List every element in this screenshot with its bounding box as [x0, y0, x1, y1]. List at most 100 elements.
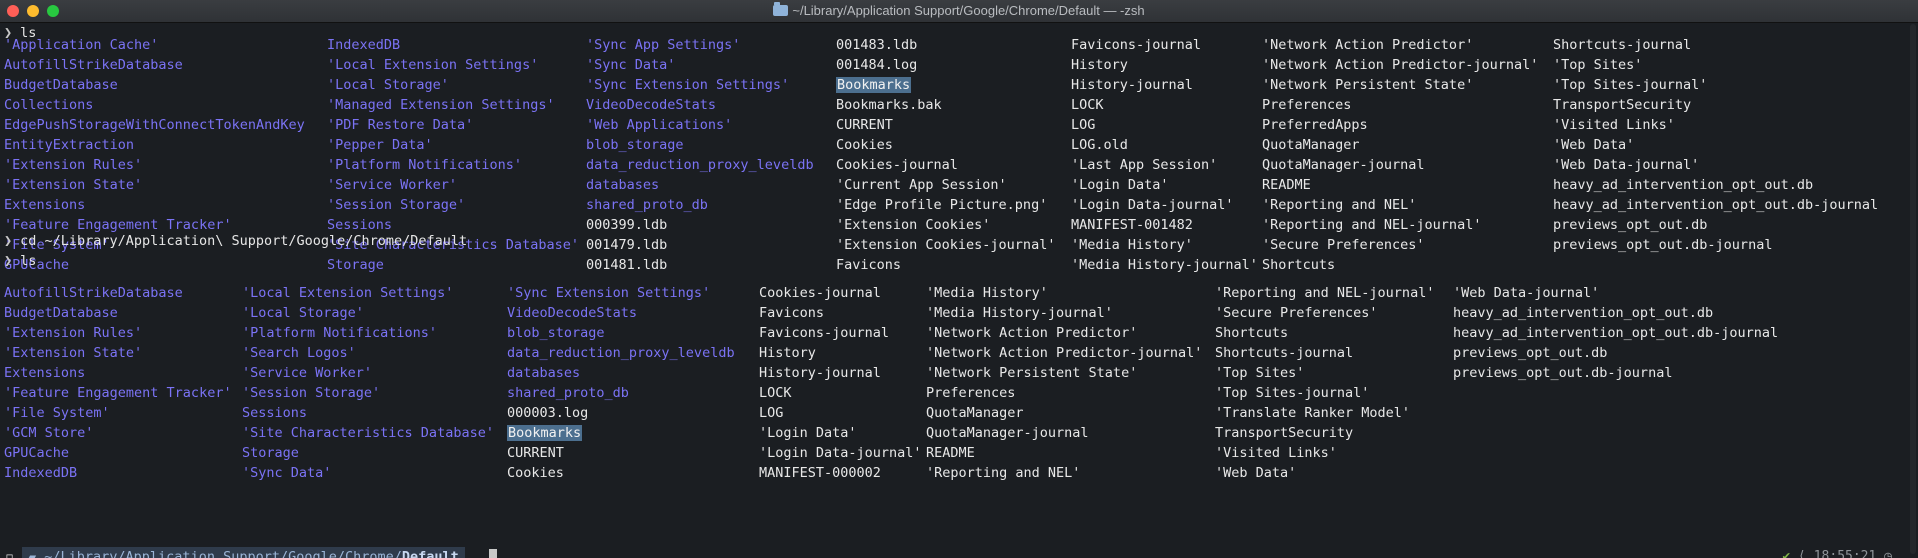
file-list-entry: 'Web Applications' — [586, 117, 733, 133]
terminal-window: ~/Library/Application Support/Google/Chr… — [0, 0, 1918, 558]
file-list-entry: IndexedDB — [327, 37, 401, 53]
file-list-entry: EdgePushStorageWithConnectTokenAndKey — [4, 117, 305, 133]
file-list-entry: 'Login Data-journal' — [759, 445, 922, 461]
file-list-entry: LOCK — [1071, 97, 1104, 113]
file-list-entry: 'Network Action Predictor' — [926, 325, 1138, 341]
file-list-entry: 'Web Data' — [1215, 465, 1297, 481]
file-list-entry: Bookmarks.bak — [836, 97, 942, 113]
file-list-entry: TransportSecurity — [1553, 97, 1692, 113]
scrollbar[interactable] — [1910, 24, 1916, 554]
file-list-entry: 'Translate Ranker Model' — [1215, 405, 1411, 421]
file-list-entry: MANIFEST-000002 — [759, 465, 881, 481]
file-list-entry: 'Top Sites-journal' — [1553, 77, 1708, 93]
file-list-entry: EntityExtraction — [4, 137, 135, 153]
file-list-entry: heavy_ad_intervention_opt_out.db — [1553, 177, 1814, 193]
file-list-entry: databases — [586, 177, 660, 193]
file-list-entry: Bookmarks — [836, 77, 912, 93]
file-list-entry: README — [926, 445, 975, 461]
file-list-entry: databases — [507, 365, 581, 381]
file-list-entry: 'Reporting and NEL-journal' — [1215, 285, 1435, 301]
file-list-entry: AutofillStrikeDatabase — [4, 57, 183, 73]
file-list-entry: previews_opt_out.db-journal — [1553, 237, 1773, 253]
prompt-path-prefix: ~/Library/Application Support/Google/Chr… — [44, 549, 402, 558]
file-list-entry: 'Reporting and NEL' — [926, 465, 1081, 481]
file-list-entry: heavy_ad_intervention_opt_out.db-journal — [1553, 197, 1879, 213]
file-list-entry: heavy_ad_intervention_opt_out.db — [1453, 305, 1714, 321]
file-list-entry: 'Managed Extension Settings' — [327, 97, 555, 113]
command-text: ls — [20, 253, 37, 269]
file-list-entry: 'Network Persistent State' — [1262, 77, 1474, 93]
command-text: cd ~/Library/Application\ Support/Google… — [20, 233, 468, 249]
file-list-entry: 'Media History-journal' — [1071, 257, 1258, 273]
file-list-entry: Storage — [242, 445, 299, 461]
command-line: ❯ ls — [0, 251, 36, 271]
file-list-entry: 'Extension State' — [4, 177, 143, 193]
file-list-entry: Collections — [4, 97, 94, 113]
command-line: ❯ cd ~/Library/Application\ Support/Googl… — [0, 231, 467, 251]
terminal-content[interactable]: ❯ ls 'Application Cache' AutofillStrikeDat… — [0, 22, 1900, 558]
file-list-entry: Extensions — [4, 197, 86, 213]
file-list-entry: QuotaManager — [926, 405, 1024, 421]
file-list-entry: 'Sync App Settings' — [586, 37, 741, 53]
file-list-entry: 'Local Storage' — [327, 77, 449, 93]
file-list-entry: 'Sync Data' — [586, 57, 676, 73]
file-list-entry: Extensions — [4, 365, 86, 381]
file-list-entry: 'Local Extension Settings' — [327, 57, 539, 73]
title-bar: ~/Library/Application Support/Google/Chr… — [0, 0, 1918, 23]
file-list-entry: data_reduction_proxy_leveldb — [586, 157, 814, 173]
file-list-entry: Shortcuts — [1215, 325, 1289, 341]
file-list-entry: VideoDecodeStats — [586, 97, 717, 113]
file-list-entry: Favicons — [759, 305, 825, 321]
file-list-entry: 001483.ldb — [836, 37, 918, 53]
file-list-entry: 'Visited Links' — [1215, 445, 1337, 461]
file-list-entry: 'Sync Extension Settings' — [507, 285, 711, 301]
file-list-entry: BudgetDatabase — [4, 305, 118, 321]
success-check-icon: ✔ — [1782, 549, 1791, 558]
file-list-entry: data_reduction_proxy_leveldb — [507, 345, 735, 361]
file-list-entry: 'Web Data-journal' — [1453, 285, 1600, 301]
file-list-entry: 'Current App Session' — [836, 177, 1007, 193]
file-list-entry: 001484.log — [836, 57, 918, 73]
file-list-entry: 'Login Data' — [759, 425, 857, 441]
file-list-entry: 'Extension Rules' — [4, 325, 143, 341]
file-list-entry: BudgetDatabase — [4, 77, 118, 93]
file-list-entry: 'Visited Links' — [1553, 117, 1675, 133]
file-list-entry: 'Application Cache' — [4, 37, 159, 53]
file-list-entry: 'Login Data' — [1071, 177, 1169, 193]
file-list-entry: 'Edge Profile Picture.png' — [836, 197, 1048, 213]
file-list-entry: 'Web Data-journal' — [1553, 157, 1700, 173]
file-list-entry: 'Platform Notifications' — [327, 157, 523, 173]
file-list-entry: previews_opt_out.db-journal — [1453, 365, 1673, 381]
file-list-entry: AutofillStrikeDatabase — [4, 285, 183, 301]
file-list-entry: 'Media History-journal' — [926, 305, 1113, 321]
file-list-entry: 'File System' — [4, 405, 110, 421]
file-list-entry: 'Service Worker' — [242, 365, 373, 381]
file-list-entry: 'Pepper Data' — [327, 137, 433, 153]
clock-icon: ◷ — [1884, 549, 1892, 558]
file-list-entry: LOCK — [759, 385, 792, 401]
file-list-entry: 'Extension Rules' — [4, 157, 143, 173]
file-list-entry: GPUCache — [4, 445, 70, 461]
file-list-entry: History — [759, 345, 816, 361]
file-list-entry: 'Local Extension Settings' — [242, 285, 454, 301]
file-list-entry: 'Secure Preferences' — [1215, 305, 1378, 321]
file-list-entry: CURRENT — [836, 117, 893, 133]
file-list-entry: 'Top Sites' — [1215, 365, 1305, 381]
file-list-entry: Preferences — [926, 385, 1016, 401]
file-list-entry: Cookies-journal — [759, 285, 881, 301]
prompt-arrow-icon: ❯ — [4, 233, 13, 249]
file-list-entry: 'Local Storage' — [242, 305, 364, 321]
file-list-entry: 'Feature Engagement Tracker' — [4, 385, 232, 401]
file-list-entry: 001479.ldb — [586, 237, 668, 253]
file-list-entry: 'Network Action Predictor-journal' — [1262, 57, 1539, 73]
file-list-entry: LOG — [759, 405, 784, 421]
file-list-entry: Storage — [327, 257, 384, 273]
file-list-entry: 'PDF Restore Data' — [327, 117, 474, 133]
file-list-entry: previews_opt_out.db — [1453, 345, 1608, 361]
prompt-arrow-icon: ❯ — [4, 253, 13, 269]
file-list-entry: Cookies — [507, 465, 564, 481]
file-list-entry: 'Session Storage' — [327, 197, 466, 213]
prompt-status-bar:  ▰ ~/Library/Application Support/Google… — [0, 547, 1900, 558]
file-list-entry: 'Top Sites' — [1553, 57, 1643, 73]
file-list-entry: TransportSecurity — [1215, 425, 1354, 441]
